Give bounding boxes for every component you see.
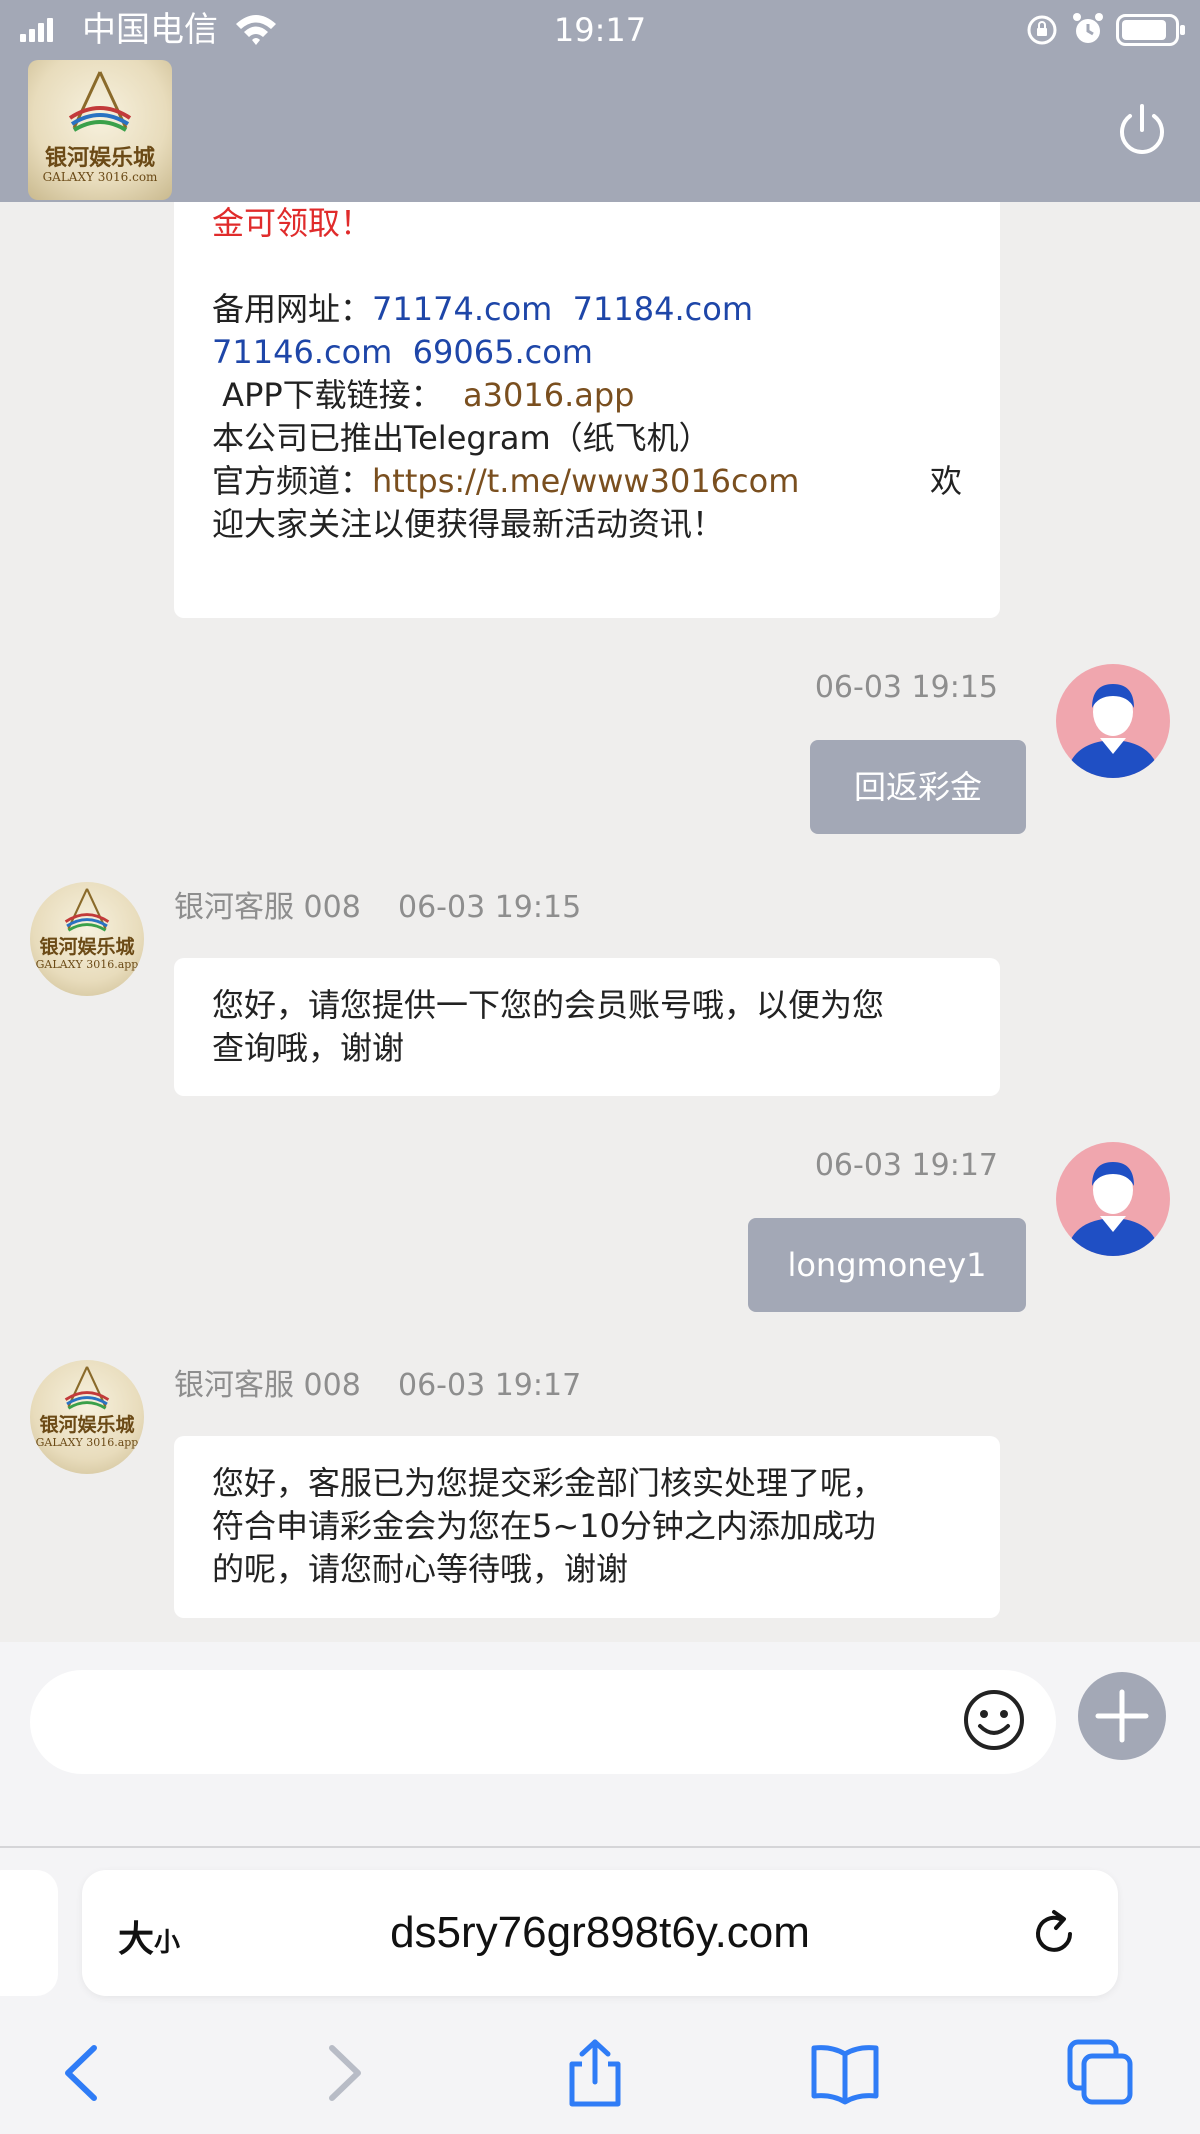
carrier-label: 中国电信 [82,10,218,50]
support-avatar: 银河娱乐城 GALAXY 3016.app [30,1360,144,1474]
power-icon[interactable] [1114,102,1170,158]
user-avatar-icon [1066,1162,1160,1256]
message-line: APP下载链接： a3016.app [212,374,962,417]
share-icon[interactable] [560,2038,630,2108]
text-size-small: 小 [154,1928,181,1958]
message-time: 06-03 19:15 [398,890,582,925]
user-message-bubble: 回返彩金 [810,740,1026,834]
backup-url-link[interactable]: 69065.com [413,333,593,371]
user-avatar [1056,664,1170,778]
chat-area[interactable]: 金可领取！ 备用网址：71174.com 71184.com 71146.com… [0,202,1200,1642]
support-avatar: 银河娱乐城 GALAXY 3016.app [30,882,144,996]
plus-icon [1095,1689,1149,1743]
address-bar[interactable]: 大小 ds5ry76gr898t6y.com [82,1870,1118,1996]
logo-emblem-icon [64,888,110,932]
backup-url-link[interactable]: 71174.com [372,290,552,328]
message-line: 的呢，请您耐心等待哦，谢谢 [212,1550,629,1588]
message-bubble: 您好，请您提供一下您的会员账号哦，以便为您 查询哦，谢谢 [174,958,1000,1096]
avatar-subtitle: GALAXY 3016.app [35,958,139,971]
message-line: 金可领取！ [212,204,373,242]
tabs-icon[interactable] [1066,2038,1136,2108]
reload-icon[interactable] [1028,1908,1080,1960]
user-avatar [1056,1142,1170,1256]
message-line: 查询哦，谢谢 [212,1029,405,1067]
message-line: 官方频道：https://t.me/www3016com 欢 [212,460,962,503]
message-line: 您好，请您提供一下您的会员账号哦，以便为您 [212,986,885,1024]
logo-emblem-icon [68,71,132,132]
backup-label: 备用网址： [212,290,373,328]
clock: 19:17 [553,11,647,49]
avatar-title: 银河娱乐城 [39,936,135,958]
forward-icon[interactable] [306,2038,376,2108]
browser-toolbar: 大小 ds5ry76gr898t6y.com [0,1848,1200,2134]
app-label: APP下载链接： [222,376,443,414]
channel-label: 官方频道： [212,462,373,500]
message-time: 06-03 19:17 [398,1368,582,1403]
avatar-subtitle: GALAXY 3016.app [35,1436,139,1449]
message-time: 06-03 19:15 [814,670,998,705]
logo-emblem-icon [64,1366,110,1410]
user-avatar-icon [1066,684,1160,778]
message-bubble: 金可领取！ 备用网址：71174.com 71184.com 71146.com… [174,202,1000,618]
message-line: 您好，客服已为您提交彩金部门核实处理了呢， [212,1464,885,1502]
signal-icon [20,18,53,42]
backup-url-link[interactable]: 71146.com [212,333,392,371]
message-line: 符合申请彩金会为您在5~10分钟之内添加成功 [212,1507,876,1545]
text-size-button[interactable]: 大小 [118,1910,180,1962]
message-line: 备用网址：71174.com 71184.com [212,288,962,331]
message-bubble: 您好，客服已为您提交彩金部门核实处理了呢， 符合申请彩金会为您在5~10分钟之内… [174,1436,1000,1618]
status-bar: 中国电信 19:17 [0,0,1200,58]
logo-title: 银河娱乐城 [44,145,155,171]
back-icon[interactable] [50,2038,120,2108]
backup-url-link[interactable]: 71184.com [573,290,753,328]
wifi-icon [236,15,276,45]
channel-link[interactable]: https://t.me/www3016com [372,462,799,500]
attach-button[interactable] [1078,1672,1166,1760]
message-line: 迎大家关注以便获得最新活动资讯！ [212,505,725,543]
app-header: 银河娱乐城 GALAXY 3016.com [0,58,1200,202]
alarm-icon [1073,13,1103,43]
orientation-lock-icon [1027,15,1057,45]
previous-tab-preview[interactable] [0,1870,58,1996]
bookmarks-icon[interactable] [810,2038,880,2108]
message-line: 本公司已推出Telegram（纸飞机） [212,419,711,457]
app-download-link[interactable]: a3016.app [463,376,634,414]
message-line: 71146.com 69065.com [212,331,962,374]
galaxy-logo[interactable]: 银河娱乐城 GALAXY 3016.com [28,60,172,200]
url-text[interactable]: ds5ry76gr898t6y.com [232,1906,968,1960]
avatar-title: 银河娱乐城 [39,1414,135,1436]
message-time: 06-03 19:17 [814,1148,998,1183]
message-input[interactable] [30,1670,1056,1774]
message-composer [0,1642,1200,1846]
sender-name: 银河客服 008 [174,1368,361,1403]
sender-name: 银河客服 008 [174,890,361,925]
message-fragment: 欢 [929,462,962,500]
smiley-icon[interactable] [962,1688,1026,1752]
logo-subtitle: GALAXY 3016.com [42,170,158,184]
text-size-big: 大 [118,1919,155,1960]
battery-icon [1116,14,1185,46]
user-message-bubble: longmoney1 [748,1218,1026,1312]
